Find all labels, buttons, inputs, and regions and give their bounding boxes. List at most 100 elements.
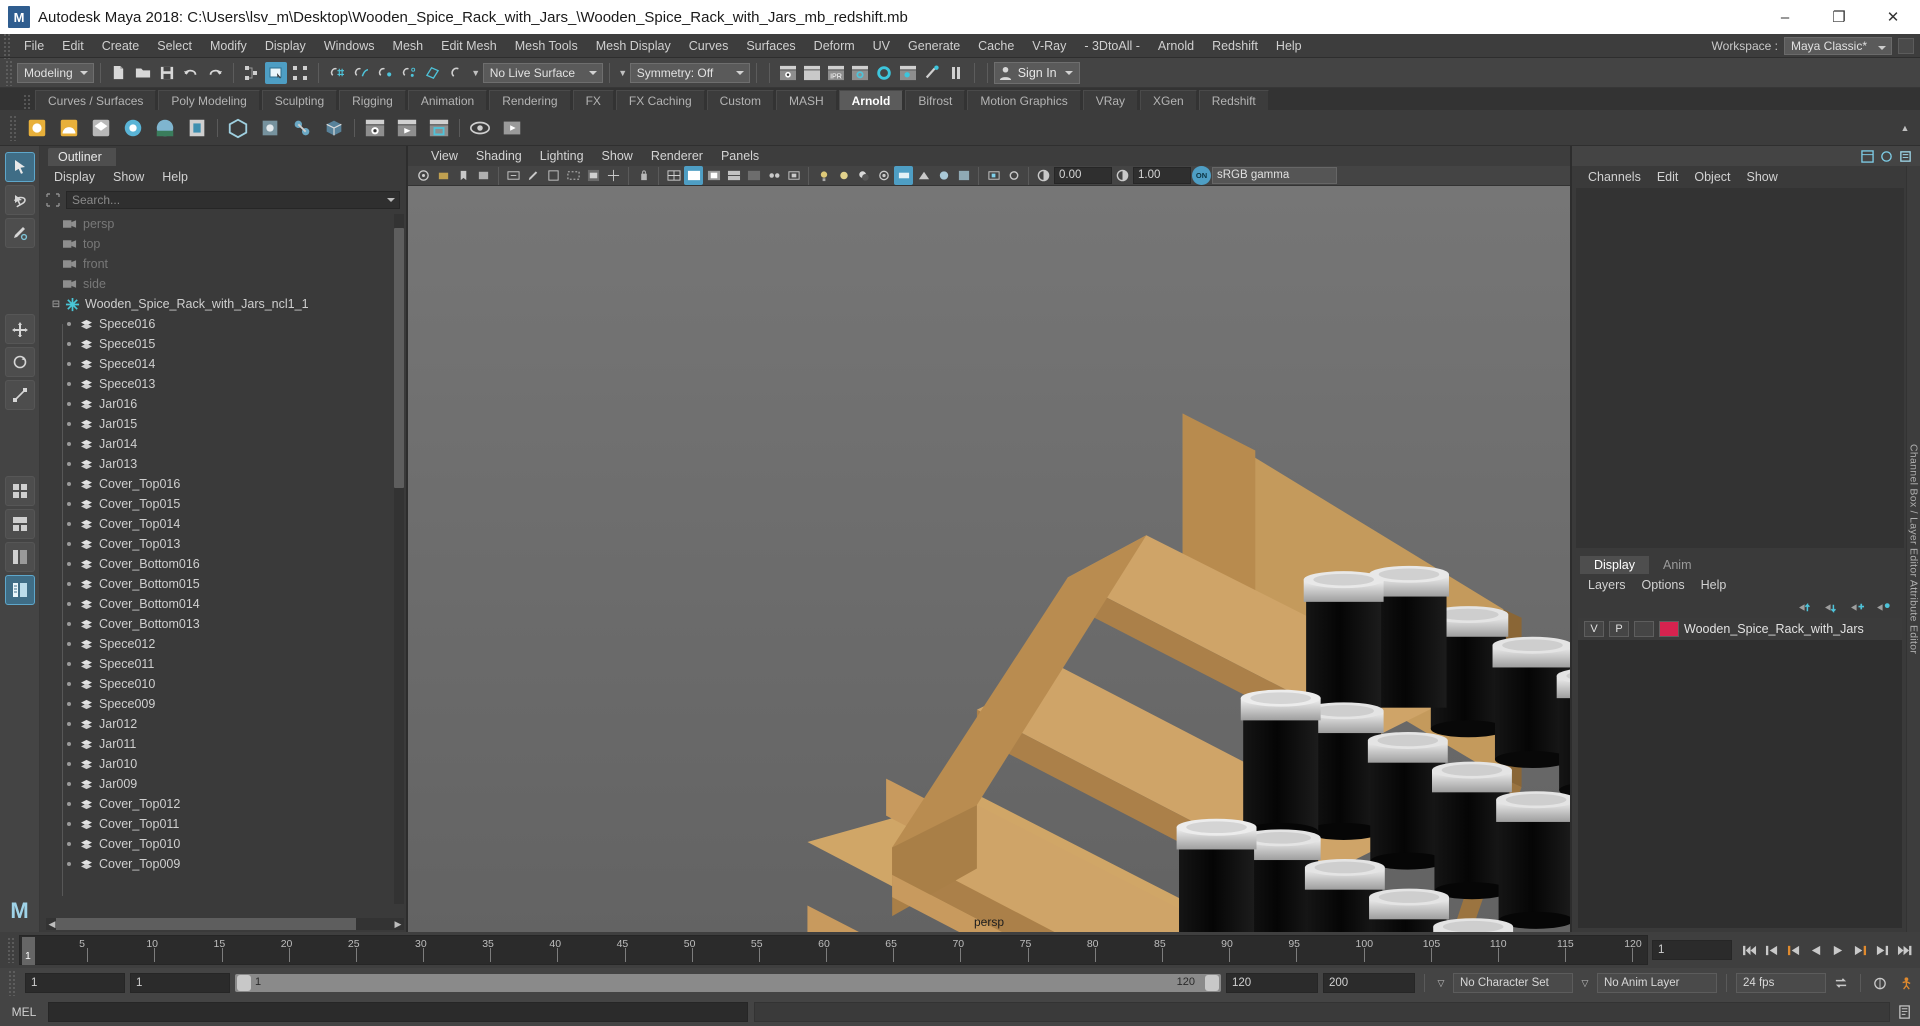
menu-v-ray[interactable]: V-Ray	[1023, 34, 1075, 58]
outliner-item-jar012[interactable]: Jar012	[40, 714, 406, 734]
image-plane-icon[interactable]	[474, 166, 493, 185]
two-d-pan-zoom-icon[interactable]	[504, 166, 523, 185]
range-slider[interactable]: 1 120	[235, 974, 1221, 992]
command-language-label[interactable]: MEL	[6, 1005, 42, 1019]
layer-menu-options[interactable]: Options	[1634, 575, 1693, 595]
scroll-right-arrow-icon[interactable]: ▶	[392, 918, 404, 930]
single-perspective-layout-icon[interactable]	[4, 476, 35, 506]
arnold-physical-sky-icon[interactable]	[151, 114, 179, 142]
menu-windows[interactable]: Windows	[315, 34, 384, 58]
outliner-menu-help[interactable]: Help	[154, 167, 196, 187]
viewport-menu-shading[interactable]: Shading	[467, 146, 531, 166]
viewport-menu-renderer[interactable]: Renderer	[642, 146, 712, 166]
snap-to-curve-icon[interactable]	[350, 62, 372, 84]
gamma-value[interactable]: 1.00	[1133, 167, 1191, 184]
resolution-gate-icon[interactable]	[564, 166, 583, 185]
menuset-dropdown[interactable]: Modeling	[17, 62, 94, 83]
menu-arnold[interactable]: Arnold	[1149, 34, 1203, 58]
wireframe-on-shaded-icon[interactable]	[724, 166, 743, 185]
shelf-tab-rigging[interactable]: Rigging	[339, 90, 406, 110]
motion-blur-icon[interactable]	[894, 166, 913, 185]
outliner-item-cover-top009[interactable]: Cover_Top009	[40, 854, 406, 874]
shelf-icon-grip[interactable]	[9, 114, 18, 141]
scale-tool-icon[interactable]	[4, 380, 35, 410]
grease-pencil-icon[interactable]	[524, 166, 543, 185]
arnold-skydome-light-icon[interactable]	[55, 114, 83, 142]
use-all-lights-icon[interactable]	[834, 166, 853, 185]
outliner-item-spece015[interactable]: Spece015	[40, 334, 406, 354]
layer-menu-layers[interactable]: Layers	[1580, 575, 1634, 595]
maximize-button[interactable]: ❐	[1812, 0, 1866, 34]
outliner-item-cover-top011[interactable]: Cover_Top011	[40, 814, 406, 834]
redo-icon[interactable]	[204, 62, 226, 84]
range-slider-left-handle[interactable]	[237, 975, 251, 991]
modeling-toolkit-icon[interactable]	[1879, 149, 1893, 163]
shelf-grip[interactable]	[23, 94, 32, 110]
xray-icon[interactable]	[744, 166, 763, 185]
arnold-area-light-icon[interactable]	[23, 114, 51, 142]
outliner-item-spece010[interactable]: Spece010	[40, 674, 406, 694]
exposure-value[interactable]: 0.00	[1054, 167, 1112, 184]
outliner-item-side[interactable]: side	[40, 274, 406, 294]
menu-3dtoall[interactable]: - 3DtoAll -	[1075, 34, 1149, 58]
four-view-layout-icon[interactable]	[4, 509, 35, 539]
use-default-lighting-icon[interactable]	[814, 166, 833, 185]
render-settings-icon[interactable]	[849, 62, 871, 84]
light-editor-icon[interactable]	[921, 62, 943, 84]
outliner-item-cover-bottom016[interactable]: Cover_Bottom016	[40, 554, 406, 574]
multisample-aa-icon[interactable]	[914, 166, 933, 185]
character-set-dropdown[interactable]: No Character Set	[1453, 973, 1573, 993]
outliner-menu-display[interactable]: Display	[46, 167, 103, 187]
dock-side-rail[interactable]: Channel Box / Layer Editor Attribute Edi…	[1906, 166, 1920, 932]
arnold-scene-source-icon[interactable]	[320, 114, 348, 142]
xray-active-components-icon[interactable]	[784, 166, 803, 185]
anim-layer-dropdown[interactable]: No Anim Layer	[1597, 973, 1717, 993]
menu-deform[interactable]: Deform	[805, 34, 864, 58]
symmetry-field[interactable]: Symmetry: Off	[629, 62, 750, 83]
arnold-play-icon[interactable]	[498, 114, 526, 142]
menu-edit-mesh[interactable]: Edit Mesh	[432, 34, 506, 58]
anim-start-time-field[interactable]: 1	[25, 973, 125, 993]
arnold-standin-icon[interactable]	[224, 114, 252, 142]
layer-playback-toggle[interactable]: P	[1609, 621, 1629, 637]
live-surface-field[interactable]: No Live Surface	[482, 62, 603, 83]
arnold-light-portal-icon[interactable]	[183, 114, 211, 142]
ambient-occlusion-icon[interactable]	[874, 166, 893, 185]
time-slider-grip[interactable]	[7, 937, 16, 963]
camera-attributes-icon[interactable]	[434, 166, 453, 185]
smooth-shade-all-icon[interactable]	[684, 166, 703, 185]
time-slider[interactable]: 1 5 10 15 20 25 30 35 40 45 50 55 60 65 70 75 80 85 90 95 1…	[19, 935, 1648, 965]
outliner-horizontal-scrollbar[interactable]: ◀ ▶	[46, 918, 404, 930]
menu-surfaces[interactable]: Surfaces	[737, 34, 804, 58]
outliner-item-persp[interactable]: persp	[40, 214, 406, 234]
outliner-item-cover-bottom013[interactable]: Cover_Bottom013	[40, 614, 406, 634]
outliner-item-cover-top013[interactable]: Cover_Top013	[40, 534, 406, 554]
outliner-item-jar016[interactable]: Jar016	[40, 394, 406, 414]
layer-display-type-toggle[interactable]	[1634, 621, 1654, 637]
menu-curves[interactable]: Curves	[680, 34, 738, 58]
range-start-field[interactable]: 1	[130, 973, 230, 993]
menu-select[interactable]: Select	[148, 34, 201, 58]
shelf-tab-bifrost[interactable]: Bifrost	[905, 90, 966, 110]
scroll-thumb-h[interactable]	[56, 918, 356, 930]
arnold-render-sequence-icon[interactable]	[393, 114, 421, 142]
script-editor-icon[interactable]	[1896, 1003, 1914, 1021]
menu-create[interactable]: Create	[93, 34, 149, 58]
layer-list[interactable]: V P Wooden_Spice_Rack_with_Jars	[1578, 618, 1902, 928]
range-slider-right-handle[interactable]	[1205, 975, 1219, 991]
loop-playback-icon[interactable]	[1831, 973, 1851, 993]
outliner-item-jar013[interactable]: Jar013	[40, 454, 406, 474]
outliner-item-spece013[interactable]: Spece013	[40, 374, 406, 394]
shelf-tab-vray[interactable]: VRay	[1082, 90, 1139, 110]
hypershade-persp-layout-icon[interactable]	[4, 542, 35, 572]
expand-collapse-icon[interactable]: ⊟	[50, 299, 62, 310]
character-set-chevron-down-icon[interactable]: ▽	[1434, 973, 1448, 993]
arnold-volume-icon[interactable]	[256, 114, 284, 142]
step-forward-frame-icon[interactable]	[1850, 940, 1870, 960]
arnold-render-region-icon[interactable]	[425, 114, 453, 142]
menu-redshift[interactable]: Redshift	[1203, 34, 1267, 58]
outliner-item-cover-top016[interactable]: Cover_Top016	[40, 474, 406, 494]
shelf-tab-mash[interactable]: MASH	[775, 90, 837, 110]
snap-to-point-icon[interactable]	[374, 62, 396, 84]
play-forwards-icon[interactable]	[1828, 940, 1848, 960]
